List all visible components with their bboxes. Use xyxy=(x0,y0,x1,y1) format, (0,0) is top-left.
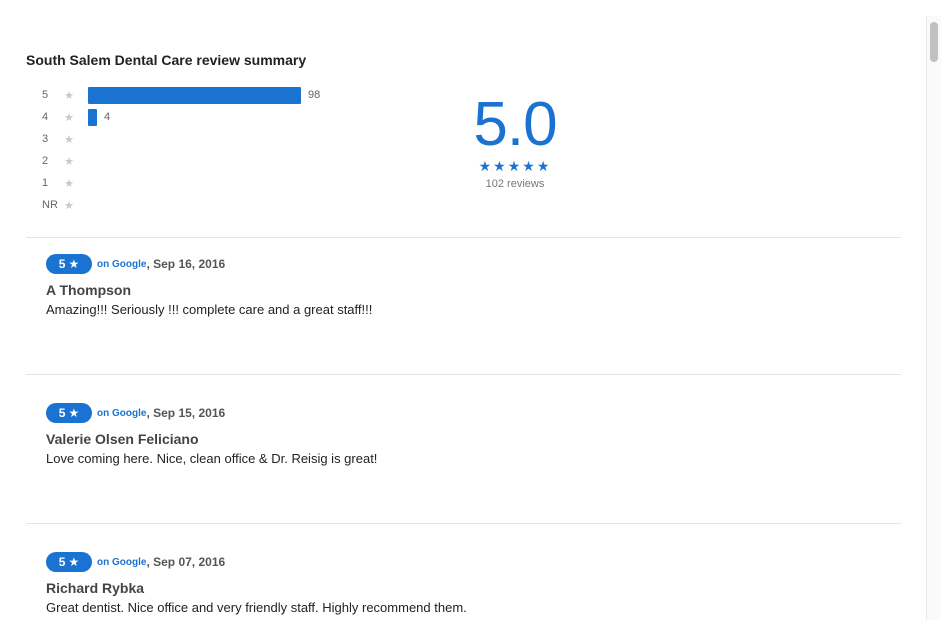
distribution-count: 98 xyxy=(308,88,321,101)
review-meta: 5 ★ on Google , Sep 07, 2016 xyxy=(46,552,886,572)
vertical-scrollbar[interactable] xyxy=(926,16,941,620)
distribution-row: 4 ★ 4 xyxy=(40,106,380,128)
rating-badge: 5 ★ xyxy=(46,552,92,572)
star-icon: ★ xyxy=(64,133,74,146)
overall-stars-icon: ★★★★★ xyxy=(478,158,552,174)
review-author: Valerie Olsen Feliciano xyxy=(46,431,199,447)
review-author: Richard Rybka xyxy=(46,580,145,596)
distribution-row: 3 ★ xyxy=(40,128,380,150)
review-text: Amazing!!! Seriously !!! complete care a… xyxy=(46,302,373,317)
star-icon: ★ xyxy=(68,406,80,420)
rating-value: 5 xyxy=(58,555,66,569)
review-meta: 5 ★ on Google , Sep 15, 2016 xyxy=(46,403,886,423)
review-meta: 5 ★ on Google , Sep 16, 2016 xyxy=(46,254,886,274)
review-item: 5 ★ on Google , Sep 15, 2016 Valerie Ols… xyxy=(46,403,886,466)
review-source-link[interactable]: on Google xyxy=(97,557,146,568)
rating-distribution: 5 ★ 98 4 ★ 4 3 ★ 2 ★ 1 ★ NR ★ xyxy=(40,84,380,216)
distribution-row: 2 ★ xyxy=(40,150,380,172)
overall-rating: 5.0 ★★★★★ 102 reviews xyxy=(455,90,575,191)
review-count: 102 reviews xyxy=(485,178,545,190)
distribution-bar xyxy=(88,86,301,104)
distribution-count: 4 xyxy=(104,110,111,123)
star-icon: ★ xyxy=(64,177,74,190)
rating-value: 5 xyxy=(58,406,66,420)
distribution-label: 5 xyxy=(42,89,49,101)
distribution-row: 5 ★ 98 xyxy=(40,84,380,106)
review-source-link[interactable]: on Google xyxy=(97,408,146,419)
divider xyxy=(26,374,901,375)
star-icon: ★ xyxy=(64,199,74,212)
rating-value: 5 xyxy=(58,257,66,271)
review-item: 5 ★ on Google , Sep 07, 2016 Richard Ryb… xyxy=(46,552,886,615)
divider xyxy=(26,523,901,524)
distribution-label: 2 xyxy=(42,155,49,167)
review-text: Love coming here. Nice, clean office & D… xyxy=(46,451,378,466)
distribution-label: NR xyxy=(42,199,58,211)
summary-title: South Salem Dental Care review summary xyxy=(26,52,307,68)
review-source-link[interactable]: on Google xyxy=(97,259,146,270)
divider xyxy=(26,237,901,238)
rating-badge: 5 ★ xyxy=(46,254,92,274)
review-author: A Thompson xyxy=(46,282,132,298)
overall-score: 5.0 xyxy=(473,90,557,159)
review-date: , Sep 07, 2016 xyxy=(146,555,226,569)
distribution-label: 1 xyxy=(42,177,49,189)
distribution-row: 1 ★ xyxy=(40,172,380,194)
star-icon: ★ xyxy=(64,155,74,168)
star-icon: ★ xyxy=(64,89,74,102)
distribution-label: 3 xyxy=(42,133,49,145)
distribution-label: 4 xyxy=(42,111,49,123)
review-summary-page: South Salem Dental Care review summary 5… xyxy=(0,0,926,620)
scrollbar-thumb[interactable] xyxy=(930,22,938,62)
review-text: Great dentist. Nice office and very frie… xyxy=(46,600,467,615)
review-date: , Sep 16, 2016 xyxy=(146,257,226,271)
review-item: 5 ★ on Google , Sep 16, 2016 A Thompson … xyxy=(46,254,886,317)
star-icon: ★ xyxy=(68,257,80,271)
review-date: , Sep 15, 2016 xyxy=(146,406,226,420)
distribution-bar xyxy=(88,108,97,126)
rating-badge: 5 ★ xyxy=(46,403,92,423)
star-icon: ★ xyxy=(68,555,80,569)
distribution-row: NR ★ xyxy=(40,194,380,216)
star-icon: ★ xyxy=(64,111,74,124)
